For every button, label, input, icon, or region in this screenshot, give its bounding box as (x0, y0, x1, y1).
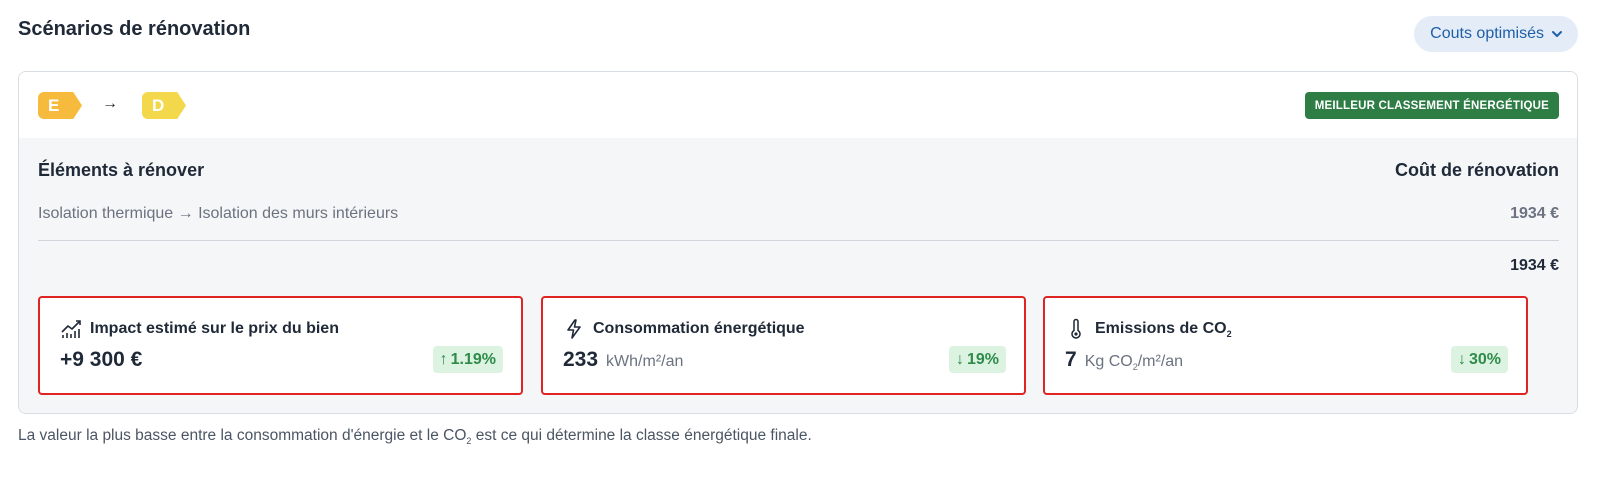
arrow-right-icon: → (102, 95, 118, 112)
scenario-card-header: E → D MEILLEUR CLASSEMENT ÉNERGÉTIQUE (19, 72, 1577, 138)
arrow-down-icon: ↓ (955, 350, 964, 368)
metric-change-value: 30% (1468, 350, 1501, 368)
metric-title: Emissions de CO2 (1095, 319, 1232, 339)
page-title: Scénarios de rénovation (18, 18, 251, 40)
metric-value: +9 300 € (60, 348, 143, 371)
metric-change-value: 19% (966, 350, 999, 368)
metric-title: Impact estimé sur le prix du bien (90, 320, 339, 337)
metric-unit: kWh/m²/an (606, 353, 684, 370)
sort-dropdown[interactable]: Couts optimisés (1414, 16, 1578, 52)
metric-card-energy-consumption: Consommation énergétique 233 kWh/m²/an ↓… (541, 296, 1026, 395)
best-rating-tag: MEILLEUR CLASSEMENT ÉNERGÉTIQUE (1304, 92, 1559, 119)
arrow-down-icon: ↓ (1457, 350, 1466, 368)
sort-dropdown-label: Couts optimisés (1430, 25, 1544, 42)
renovation-scenarios-panel: Scénarios de rénovation Couts optimisés … (0, 0, 1600, 477)
cost-header: Coût de rénovation (1394, 160, 1559, 180)
energy-class-to-badge: D (142, 92, 186, 119)
renovation-total: 1934 € (1510, 257, 1559, 274)
metric-card-co2-emissions: Emissions de CO2 7 Kg CO2/m²/an ↓ 30% (1043, 296, 1528, 395)
lightning-icon (567, 319, 581, 339)
scenario-card: E → D MEILLEUR CLASSEMENT ÉNERGÉTIQUE Él… (18, 71, 1578, 414)
divider (38, 240, 1559, 241)
metric-value: 7 (1065, 348, 1077, 371)
scenario-card-body: Éléments à rénover Coût de rénovation Is… (19, 138, 1577, 413)
metric-change-badge: ↓ 30% (1450, 346, 1508, 373)
metric-change-value: 1.19% (450, 350, 496, 368)
metric-unit: Kg CO2/m²/an (1084, 353, 1184, 372)
renovation-item-label: Isolation thermique → Isolation des murs… (38, 205, 399, 222)
thermometer-icon (1071, 318, 1081, 339)
chart-trend-icon (61, 320, 81, 338)
metric-card-price-impact: Impact estimé sur le prix du bien +9 300… (38, 296, 523, 395)
elements-header: Éléments à rénover (38, 160, 205, 180)
renovation-item-cost: 1934 € (1510, 205, 1559, 222)
arrow-up-icon: ↑ (439, 350, 448, 368)
metric-change-badge: ↑ 1.19% (432, 346, 503, 373)
energy-class-from-badge: E (38, 92, 82, 119)
metric-value: 233 (563, 348, 599, 371)
chevron-down-icon (1552, 31, 1562, 37)
footnote: La valeur la plus basse entre la consomm… (18, 427, 812, 446)
metric-title: Consommation énergétique (593, 320, 805, 337)
metric-change-badge: ↓ 19% (948, 346, 1006, 373)
